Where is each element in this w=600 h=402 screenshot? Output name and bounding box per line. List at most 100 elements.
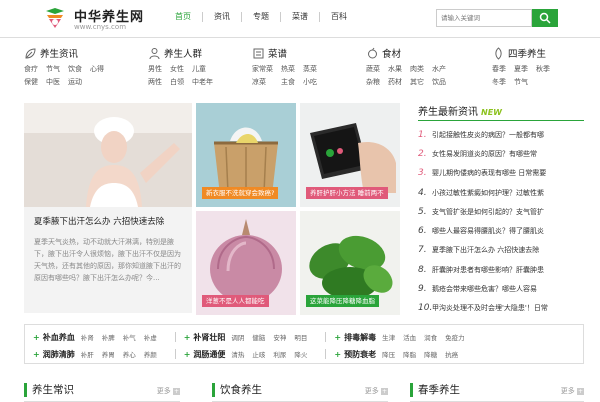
tag-link[interactable]: 降火 [294, 349, 307, 359]
tag-link[interactable]: 补肾 [81, 332, 94, 342]
news-item[interactable]: 1. 引起接触性皮炎的病因？一般都有哪 [418, 125, 584, 144]
category-link[interactable]: 蒸菜 [303, 64, 317, 74]
tag-link[interactable]: 养胃 [102, 349, 115, 359]
news-link[interactable]: 小孩过敏性紫癜如何护理？过敏性紫 [432, 188, 544, 198]
tag-link[interactable]: 免疫力 [445, 332, 465, 342]
news-link[interactable]: 哪些人最容易得腰肌炎？得了腰肌炎 [432, 226, 544, 236]
category-link[interactable]: 男性 [148, 64, 162, 74]
category-link[interactable]: 白领 [170, 77, 184, 87]
nav-recipes[interactable]: 菜谱 [281, 12, 320, 22]
tag-link[interactable]: 降糖 [424, 349, 437, 359]
category-link[interactable]: 女性 [170, 64, 184, 74]
category-link[interactable]: 饮食 [68, 64, 82, 74]
search-button[interactable] [532, 9, 558, 27]
category-link[interactable]: 水果 [388, 64, 402, 74]
news-link[interactable]: 婴儿期佝偻病的表现有哪些 日常需要 [432, 168, 546, 178]
section-title[interactable]: 饮食养生 [220, 382, 262, 397]
category-link[interactable]: 节气 [46, 64, 60, 74]
featured-article-image[interactable] [24, 103, 192, 207]
image-tile[interactable]: 养肝护肝小方法 睡前两不 [300, 103, 400, 207]
tag-group-title[interactable]: 润肠通便 [184, 349, 225, 360]
tag-link[interactable]: 润食 [424, 332, 437, 342]
featured-article[interactable]: 夏季腋下出汗怎么办 六招快速去除 夏季天气炎热，动不动就大汗淋漓，特别是腋下，腋… [24, 103, 192, 313]
category-link[interactable]: 运动 [68, 77, 82, 87]
tag-link[interactable]: 抗癌 [445, 349, 458, 359]
category-link[interactable]: 中医 [46, 77, 60, 87]
nav-topics[interactable]: 专题 [242, 12, 281, 22]
tag-link[interactable]: 补肝 [81, 349, 94, 359]
image-tile-caption[interactable]: 这菜能降压降糖降血脂 [306, 295, 379, 307]
category-title[interactable]: 菜谱 [268, 46, 287, 60]
category-link[interactable]: 保健 [24, 77, 38, 87]
category-link[interactable]: 食疗 [24, 64, 38, 74]
tag-link[interactable]: 补气 [123, 332, 136, 342]
category-link[interactable]: 秋季 [536, 64, 550, 74]
nav-encyclopedia[interactable]: 百科 [320, 12, 358, 22]
tag-link[interactable]: 活血 [403, 332, 416, 342]
tag-link[interactable]: 降压 [382, 349, 395, 359]
tag-link[interactable]: 安神 [273, 332, 286, 342]
category-link[interactable]: 主食 [281, 77, 295, 87]
category-link[interactable]: 药材 [388, 77, 402, 87]
category-link[interactable]: 饮品 [432, 77, 446, 87]
category-link[interactable]: 小吃 [303, 77, 317, 87]
category-link[interactable]: 蔬菜 [366, 64, 380, 74]
more-link[interactable]: 更多 + [365, 386, 388, 396]
category-link[interactable]: 节气 [514, 77, 528, 87]
tag-link[interactable]: 健脑 [252, 332, 265, 342]
image-tile[interactable]: 洋葱不是人人都能吃 [196, 211, 296, 315]
nav-news[interactable]: 资讯 [203, 12, 242, 22]
image-tile-caption[interactable]: 新衣服不洗就穿会致癌? [202, 187, 279, 199]
section-title[interactable]: 春季养生 [418, 382, 460, 397]
category-link[interactable]: 其它 [410, 77, 424, 87]
search-input[interactable] [436, 9, 532, 27]
nav-home[interactable]: 首页 [164, 12, 203, 22]
more-link[interactable]: 更多 + [561, 386, 584, 396]
image-tile[interactable]: 新衣服不洗就穿会致癌? [196, 103, 296, 207]
tag-group-title[interactable]: 补血养血 [33, 332, 75, 343]
category-link[interactable]: 两性 [148, 77, 162, 87]
category-link[interactable]: 春季 [492, 64, 506, 74]
news-link[interactable]: 支气管扩张是如何引起的？支气管扩 [432, 207, 544, 217]
tag-link[interactable]: 生津 [382, 332, 395, 342]
news-item[interactable]: 2. 女性易发阴道炎的原因？有哪些常 [418, 144, 584, 163]
news-item[interactable]: 8. 肝囊肿对患者有哪些影响？肝囊肿患 [418, 260, 584, 279]
category-link[interactable]: 肉类 [410, 64, 424, 74]
tag-link[interactable]: 养心 [123, 349, 136, 359]
news-link[interactable]: 引起接触性皮炎的病因？一般都有哪 [432, 130, 544, 140]
news-item[interactable]: 7. 夏季腋下出汗怎么办 六招快速去除 [418, 241, 584, 260]
news-link[interactable]: 甲沟炎处理不及时会埋'大隐患'！日常 [432, 303, 548, 313]
image-tile[interactable]: 这菜能降压降糖降血脂 [300, 211, 400, 315]
news-link[interactable]: 女性易发阴道炎的原因？有哪些常 [432, 149, 537, 159]
tag-group-title[interactable]: 排毒解毒 [334, 332, 376, 343]
news-link[interactable]: 鹅疮会带来哪些危害？哪些人容易 [432, 284, 537, 294]
tag-group-title[interactable]: 润肺清肺 [33, 349, 75, 360]
news-item[interactable]: 9. 鹅疮会带来哪些危害？哪些人容易 [418, 279, 584, 298]
news-link[interactable]: 肝囊肿对患者有哪些影响？肝囊肿患 [432, 265, 544, 275]
tag-link[interactable]: 明目 [294, 332, 307, 342]
category-title[interactable]: 养生人群 [164, 46, 202, 60]
news-item[interactable]: 5. 支气管扩张是如何引起的？支气管扩 [418, 202, 584, 221]
news-link[interactable]: 夏季腋下出汗怎么办 六招快速去除 [432, 245, 539, 255]
tag-link[interactable]: 清热 [231, 349, 244, 359]
news-item[interactable]: 3. 婴儿期佝偻病的表现有哪些 日常需要 [418, 164, 584, 183]
news-item[interactable]: 6. 哪些人最容易得腰肌炎？得了腰肌炎 [418, 221, 584, 240]
tag-link[interactable]: 降脂 [403, 349, 416, 359]
tag-link[interactable]: 补虚 [144, 332, 157, 342]
category-title[interactable]: 四季养生 [508, 46, 546, 60]
tag-group-title[interactable]: 补肾壮阳 [184, 332, 225, 343]
category-link[interactable]: 心得 [90, 64, 104, 74]
tag-link[interactable]: 止咳 [252, 349, 265, 359]
latest-news-title[interactable]: 养生最新资讯 [418, 103, 478, 118]
tag-group-title[interactable]: 预防衰老 [334, 349, 376, 360]
news-item[interactable]: 10. 甲沟炎处理不及时会埋'大隐患'！日常 [418, 299, 584, 318]
featured-article-title[interactable]: 夏季腋下出汗怎么办 六招快速去除 [34, 215, 164, 227]
category-title[interactable]: 养生资讯 [40, 46, 78, 60]
category-link[interactable]: 夏季 [514, 64, 528, 74]
category-link[interactable]: 杂粮 [366, 77, 380, 87]
category-link[interactable]: 冬季 [492, 77, 506, 87]
tag-link[interactable]: 调阴 [231, 332, 244, 342]
category-link[interactable]: 凉菜 [252, 77, 273, 87]
news-item[interactable]: 4. 小孩过敏性紫癜如何护理？过敏性紫 [418, 183, 584, 202]
tag-link[interactable]: 养颜 [144, 349, 157, 359]
